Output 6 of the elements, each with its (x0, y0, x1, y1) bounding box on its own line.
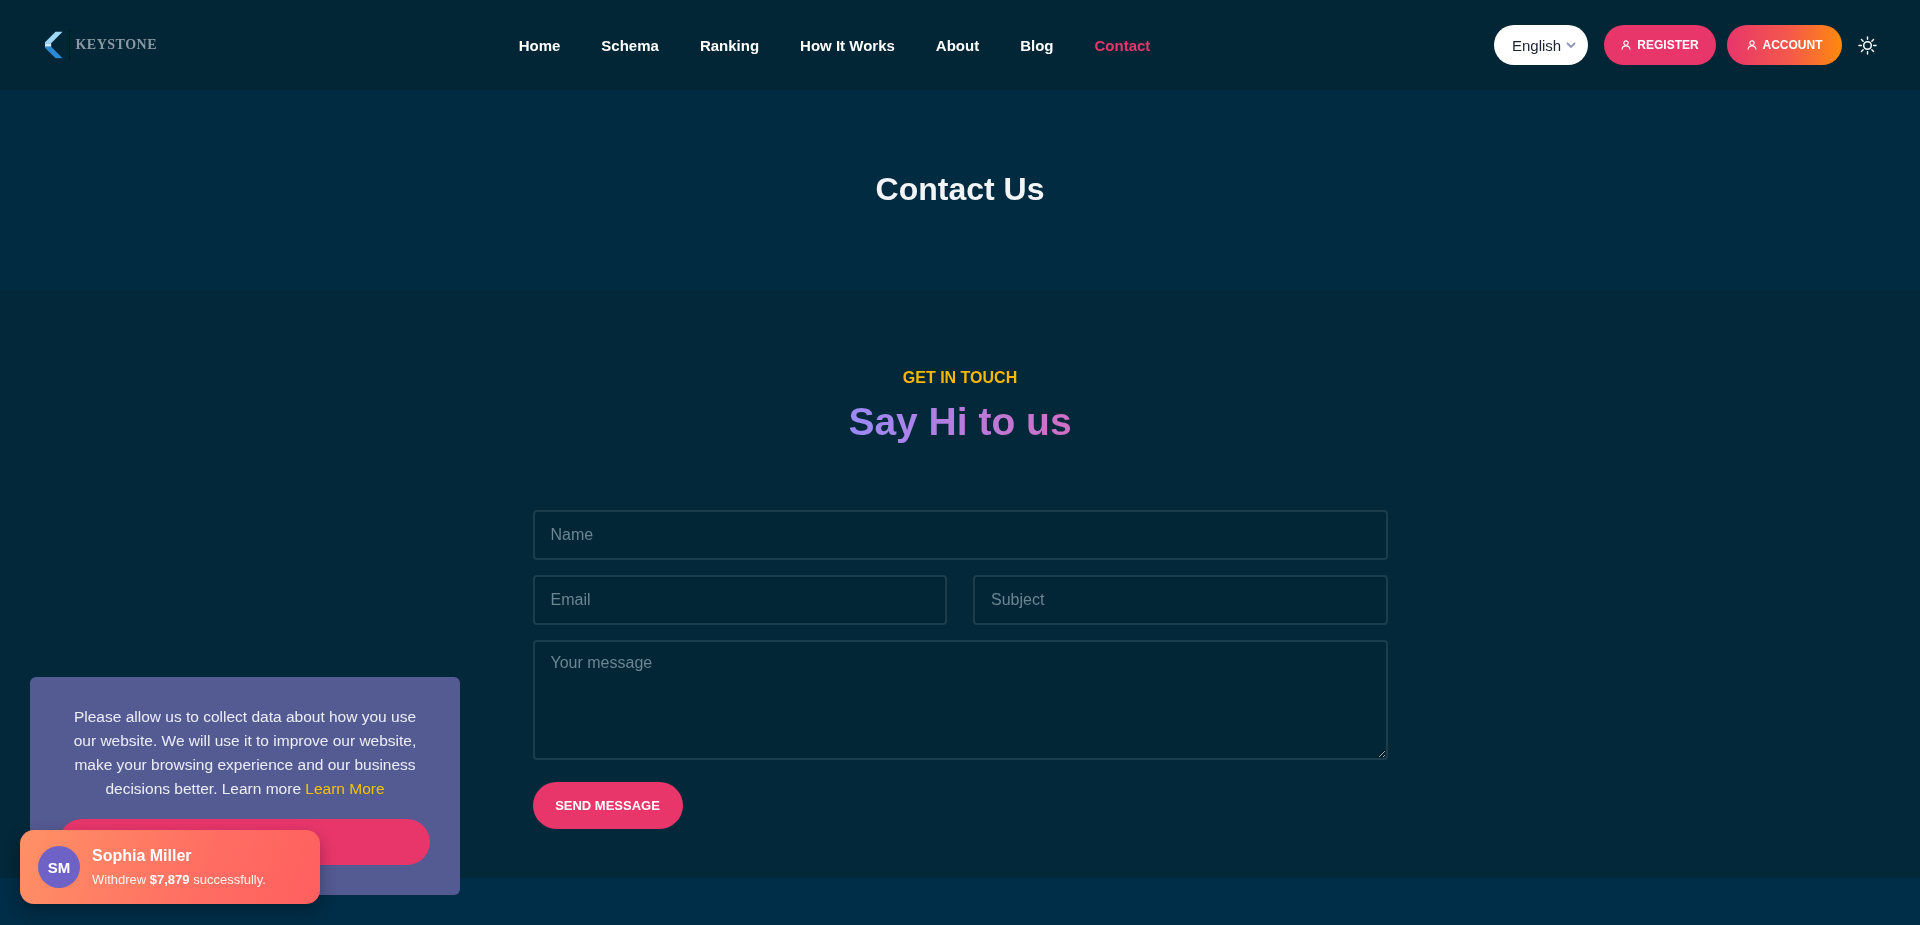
page-title: Contact Us (875, 170, 1045, 209)
toast-message: Withdrew $7,879 successfully. (92, 872, 266, 887)
avatar: SM (38, 846, 80, 888)
toast-name: Sophia Miller (92, 847, 193, 865)
section-label: GET IN TOUCH (902, 368, 1018, 388)
cookie-message: Please allow us to collect data about how you use our website. We will use it to improve our website, make your browsing experience and our business decisions better. Learn more Learn More (72, 707, 418, 799)
